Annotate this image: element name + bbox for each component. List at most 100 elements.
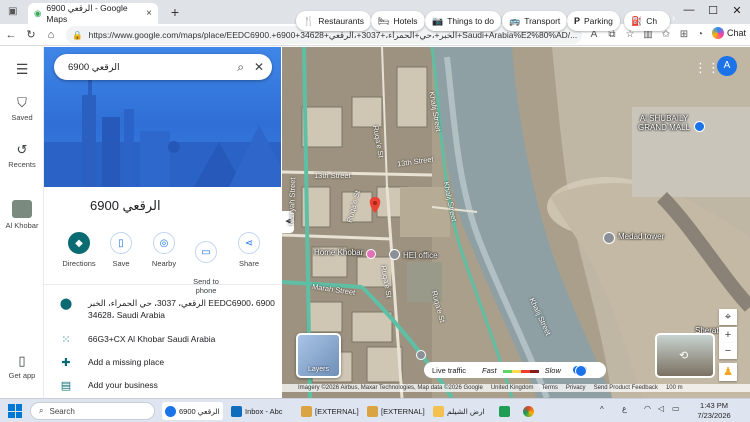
zoom-out-button[interactable]: − [719, 343, 737, 359]
taskbar-external-2[interactable]: [EXTERNAL] [364, 402, 428, 420]
rail-item-al-khobar[interactable]: Al Khobar [0, 200, 44, 230]
tray-chevron-icon[interactable]: ^ [600, 405, 604, 414]
directions-button[interactable]: ◆ Directions [62, 232, 96, 268]
send-to-phone-button[interactable]: ▭ Send to phone [189, 232, 223, 304]
rail-getapp-label: Get app [8, 371, 36, 380]
chip-parking[interactable]: P Parking [567, 11, 620, 31]
minimize-button[interactable]: — [680, 4, 698, 16]
taskbar-chrome[interactable] [520, 402, 537, 420]
profile-icon[interactable]: ◔ [694, 29, 706, 41]
store-pin-icon[interactable] [366, 249, 376, 259]
home-khobar-label[interactable]: Home Khobar [314, 248, 363, 257]
taskbar-search[interactable]: ⌕ Search [30, 402, 155, 420]
chip-things-to-do[interactable]: 📷 Things to do [425, 11, 501, 31]
mall-label[interactable]: Al SHUBAILY GRAND MALL [638, 114, 690, 132]
building-pin-icon[interactable] [603, 232, 615, 244]
close-window-button[interactable]: ✕ [728, 4, 746, 17]
rail-item-saved[interactable]: ⛉ Saved [0, 95, 44, 122]
office-pin-icon[interactable] [389, 249, 400, 260]
taskbar-app-label: الرقعي 6900 [179, 406, 220, 416]
add-missing-place-label: Add a missing place [88, 357, 165, 367]
map-attribution: Imagery ©2026 Airbus, Maxar Technologies… [282, 384, 750, 392]
maps-favicon-icon: ◉ [34, 8, 42, 18]
street-label: 13th Street [314, 171, 351, 180]
history-icon: ↺ [16, 142, 28, 157]
zoom-in-button[interactable]: + [719, 327, 737, 343]
volume-icon[interactable]: ◁ [658, 404, 664, 413]
taskbar-external-1[interactable]: [EXTERNAL] [298, 402, 362, 420]
region-link[interactable]: United Kingdom [491, 385, 534, 391]
address-row[interactable]: ⬤ EEDC6900، 6900 الرقعي، 3037، حي الحمرا… [44, 297, 281, 321]
restaurant-icon: 🍴 [303, 15, 315, 26]
taskbar-outlook-inbox[interactable]: Inbox - Abc [228, 402, 286, 420]
traffic-fast-label: Fast [482, 365, 497, 375]
wifi-icon[interactable]: ◠ [644, 404, 651, 413]
back-icon[interactable]: ← [4, 28, 18, 42]
plus-code-text: 66G3+CX Al Khobar Saudi Arabia [88, 334, 216, 344]
nearby-button[interactable]: ◎ Nearby [147, 232, 181, 268]
chip-label: Parking [584, 16, 613, 26]
tab-title: الرقعي 6900 - Google Maps [46, 3, 128, 24]
poi-pin-icon[interactable] [416, 350, 426, 360]
taskbar-folder[interactable]: ارض الشيلم [430, 402, 488, 420]
nearby-icon: ◎ [153, 232, 175, 254]
maximize-button[interactable]: ☐ [704, 4, 722, 17]
save-button[interactable]: ▯ Save [104, 232, 138, 268]
battery-icon[interactable]: ▭ [672, 404, 680, 413]
traffic-toggle[interactable] [572, 365, 587, 377]
pegman-icon[interactable]: ♟ [719, 363, 737, 381]
clear-search-icon[interactable]: ✕ [254, 60, 264, 74]
taskbar-app-label: Inbox - Abc [245, 406, 283, 416]
traffic-slow-label: Slow [544, 365, 561, 375]
add-business-row[interactable]: ▤ Add your business [44, 379, 281, 392]
layers-button[interactable]: Layers [296, 333, 341, 378]
directions-label: Directions [62, 259, 96, 268]
mail-icon [367, 405, 378, 417]
tab-close-icon[interactable]: × [146, 8, 152, 19]
search-input[interactable]: الرقعي 6900 [68, 62, 227, 73]
live-traffic-bar[interactable]: Live traffic Fast Slow [424, 362, 606, 378]
search-icon: ⌕ [39, 406, 44, 415]
chip-restaurants[interactable]: 🍴 Restaurants [296, 11, 372, 31]
chip-hotels[interactable]: 🛏 Hotels [371, 11, 425, 31]
save-label: Save [112, 259, 130, 268]
rotate-icon: ⟲ [679, 350, 689, 362]
chips-scroll-right-icon[interactable]: › [672, 13, 675, 24]
search-icon[interactable]: ⌕ [237, 60, 244, 75]
language-indicator[interactable]: ع [622, 404, 627, 413]
tab-google-maps[interactable]: ◉ الرقعي 6900 - Google Maps × [28, 3, 158, 24]
new-tab-button[interactable]: + [166, 4, 184, 20]
collections-icon[interactable]: ⊞ [678, 29, 690, 41]
address-line-2: 34628، Saudi Arabia [88, 310, 165, 320]
place-title: الرقعي 6900 [90, 198, 161, 213]
taskbar-excel[interactable] [496, 402, 513, 420]
tab-actions-icon[interactable]: ▣ [8, 6, 20, 18]
chip-charging[interactable]: ⛽ Ch [624, 11, 670, 31]
account-avatar[interactable]: A [717, 56, 737, 76]
privacy-link[interactable]: Privacy [566, 385, 586, 391]
parking-icon: P [574, 16, 581, 26]
google-apps-icon[interactable]: ⋮⋮ [694, 60, 720, 76]
add-missing-place-row[interactable]: ✚ Add a missing place [44, 356, 281, 369]
street-view-thumbnail[interactable]: ⟲ [655, 333, 715, 378]
feedback-link[interactable]: Send Product Feedback [594, 385, 658, 391]
menu-icon[interactable]: ☰ [0, 61, 44, 78]
plus-code-row[interactable]: ⁙ 66G3+CX Al Khobar Saudi Arabia [44, 333, 281, 346]
medad-tower-label[interactable]: Medad tower [618, 232, 664, 241]
taskbar-clock[interactable]: 1:43 PM 7/23/2026 [688, 401, 740, 421]
windows-start-icon[interactable] [8, 404, 22, 418]
refresh-icon[interactable]: ↻ [24, 28, 38, 42]
share-button[interactable]: ⋖ Share [232, 232, 266, 268]
chip-transport[interactable]: 🚌 Transport [502, 11, 568, 31]
search-box[interactable]: الرقعي 6900 ⌕ ✕ [54, 54, 272, 80]
home-icon[interactable]: ⌂ [44, 28, 58, 42]
my-location-icon[interactable]: ⌖ [719, 309, 737, 325]
add-business-label: Add your business [88, 380, 158, 390]
hei-office-label[interactable]: HEI office [403, 251, 438, 260]
copilot-chat-button[interactable]: Chat [712, 27, 746, 39]
terms-link[interactable]: Terms [542, 385, 558, 391]
shopping-pin-icon[interactable] [694, 121, 705, 132]
rail-item-recents[interactable]: ↺ Recents [0, 142, 44, 169]
rail-item-get-app[interactable]: ▯ Get app [0, 353, 44, 380]
taskbar-edge-maps[interactable]: الرقعي 6900 [162, 402, 223, 420]
